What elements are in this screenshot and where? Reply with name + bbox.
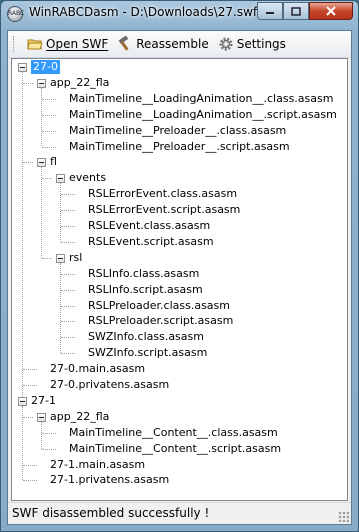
- tree-folder-node[interactable]: rsl: [69, 251, 82, 265]
- tree-line: [42, 98, 56, 100]
- tree-folder-node[interactable]: events: [69, 171, 106, 185]
- tree-file-node[interactable]: RSLPreloader.class.asasm: [88, 299, 230, 313]
- tree-collapse-toggle[interactable]: [37, 158, 46, 168]
- tree-file-node[interactable]: RSLPreloader.script.asasm: [88, 314, 233, 328]
- status-bar: SWF disassembled successfully !: [8, 502, 351, 524]
- tree-line: [61, 226, 75, 227]
- tree-file-node[interactable]: MainTimeline__LoadingAnimation__.script.…: [69, 108, 337, 122]
- tree-line: [61, 210, 75, 212]
- maximize-button[interactable]: [283, 2, 309, 20]
- tree-collapse-toggle[interactable]: [18, 63, 27, 72]
- tree-line: [42, 432, 56, 434]
- tree-line: [42, 146, 56, 148]
- tree-line: [42, 257, 52, 259]
- tree-collapse-toggle[interactable]: [37, 78, 46, 88]
- tree-line: [42, 130, 56, 132]
- tree-file-node[interactable]: RSLInfo.script.asasm: [88, 283, 203, 297]
- tree-file-node[interactable]: 27-1.main.asasm: [50, 458, 145, 472]
- tree-file-node[interactable]: SWZInfo.class.asasm: [88, 330, 204, 344]
- title-bar[interactable]: RABC WinRABCDasm - D:\Downloads\27.swf: [1, 1, 358, 27]
- tree-file-node[interactable]: RSLErrorEvent.class.asasm: [88, 187, 237, 201]
- tree-line: [61, 194, 75, 196]
- close-button[interactable]: [309, 2, 353, 20]
- tree-file-node[interactable]: MainTimeline__Content__.script.asasm: [69, 442, 281, 456]
- open-folder-icon: [27, 39, 43, 50]
- tree-file-node[interactable]: 27-0.privatens.asasm: [50, 378, 169, 392]
- tree-line: [23, 162, 33, 164]
- close-icon: [326, 6, 336, 16]
- tree-file-node[interactable]: MainTimeline__Preloader__.class.asasm: [69, 124, 286, 138]
- reassemble-button[interactable]: Reassemble: [117, 36, 209, 52]
- settings-button[interactable]: Settings: [218, 36, 286, 52]
- tree-file-node[interactable]: RSLEvent.script.asasm: [88, 235, 214, 249]
- tree-file-node[interactable]: RSLInfo.class.asasm: [88, 267, 199, 281]
- tree-file-node[interactable]: MainTimeline__LoadingAnimation__.class.a…: [69, 92, 333, 106]
- reassemble-label: Reassemble: [136, 37, 209, 51]
- hammer-icon: [118, 36, 129, 51]
- tree-line: [61, 321, 75, 323]
- tree-line: [23, 369, 37, 371]
- caption-buttons: [257, 2, 353, 21]
- tree-file-node[interactable]: RSLEvent.class.asasm: [88, 219, 210, 233]
- tree-line: [60, 183, 61, 242]
- tree-file-node[interactable]: 27-1.privatens.asasm: [50, 473, 169, 487]
- gear-icon: [219, 37, 233, 51]
- tree-collapse-toggle[interactable]: [37, 412, 46, 422]
- tree-line: [23, 464, 37, 466]
- toolbar-grip[interactable]: [13, 36, 17, 52]
- tree-folder-node[interactable]: fl: [50, 155, 57, 169]
- tree-line: [61, 337, 75, 339]
- tree-collapse-toggle[interactable]: [18, 396, 27, 406]
- minimize-icon: [266, 12, 274, 14]
- tree-line: [41, 87, 42, 147]
- tree-file-node[interactable]: MainTimeline__Content__.class.asasm: [69, 426, 278, 440]
- tree-line: [41, 167, 42, 258]
- tree-line: [41, 421, 42, 449]
- app-window: RABC WinRABCDasm - D:\Downloads\27.swf O…: [0, 0, 359, 532]
- tree-line: [61, 305, 75, 307]
- tree-line: [23, 416, 33, 418]
- tree-file-node[interactable]: MainTimeline__Preloader__.script.asasm: [69, 140, 290, 154]
- window-title: WinRABCDasm - D:\Downloads\27.swf: [29, 5, 258, 19]
- tree-folder-node[interactable]: app_22_fla: [50, 410, 109, 424]
- tree-line: [42, 448, 56, 450]
- minimize-button[interactable]: [257, 2, 283, 20]
- client-area: Open SWF Reassemble Settings 27-0 app_22_…: [7, 30, 352, 525]
- open-swf-label: Open SWF: [46, 37, 109, 51]
- status-text: SWF disassembled successfully !: [12, 506, 210, 520]
- toolbar: Open SWF Reassemble Settings: [8, 31, 351, 58]
- app-icon[interactable]: RABC: [7, 6, 24, 22]
- tree-line: [23, 385, 37, 386]
- maximize-icon: [291, 6, 301, 16]
- tree-line: [61, 353, 75, 355]
- tree-file-node[interactable]: SWZInfo.script.asasm: [88, 346, 207, 360]
- tree-file-node[interactable]: RSLErrorEvent.script.asasm: [88, 203, 240, 217]
- tree-collapse-toggle[interactable]: [56, 174, 65, 184]
- tree-line: [42, 114, 56, 116]
- tree-collapse-toggle[interactable]: [56, 253, 65, 263]
- tree-folder-node[interactable]: 27-0: [31, 60, 60, 74]
- tree-folder-node[interactable]: app_22_fla: [50, 76, 109, 90]
- tree-line: [23, 82, 33, 84]
- tree-line: [61, 241, 75, 243]
- tree-folder-node[interactable]: 27-1: [31, 394, 56, 408]
- tree-line: [42, 178, 52, 180]
- tree-file-node[interactable]: 27-0.main.asasm: [50, 362, 145, 376]
- tree-line: [60, 262, 61, 354]
- tree-line: [61, 273, 75, 275]
- file-tree[interactable]: 27-0 app_22_fla MainTimeline__LoadingAnima…: [11, 58, 348, 501]
- resize-grip[interactable]: [338, 511, 349, 522]
- tree-line: [22, 72, 23, 401]
- open-swf-button[interactable]: Open SWF: [27, 36, 108, 52]
- tree-line: [61, 289, 75, 291]
- tree-line: [23, 480, 37, 482]
- settings-label: Settings: [236, 37, 286, 51]
